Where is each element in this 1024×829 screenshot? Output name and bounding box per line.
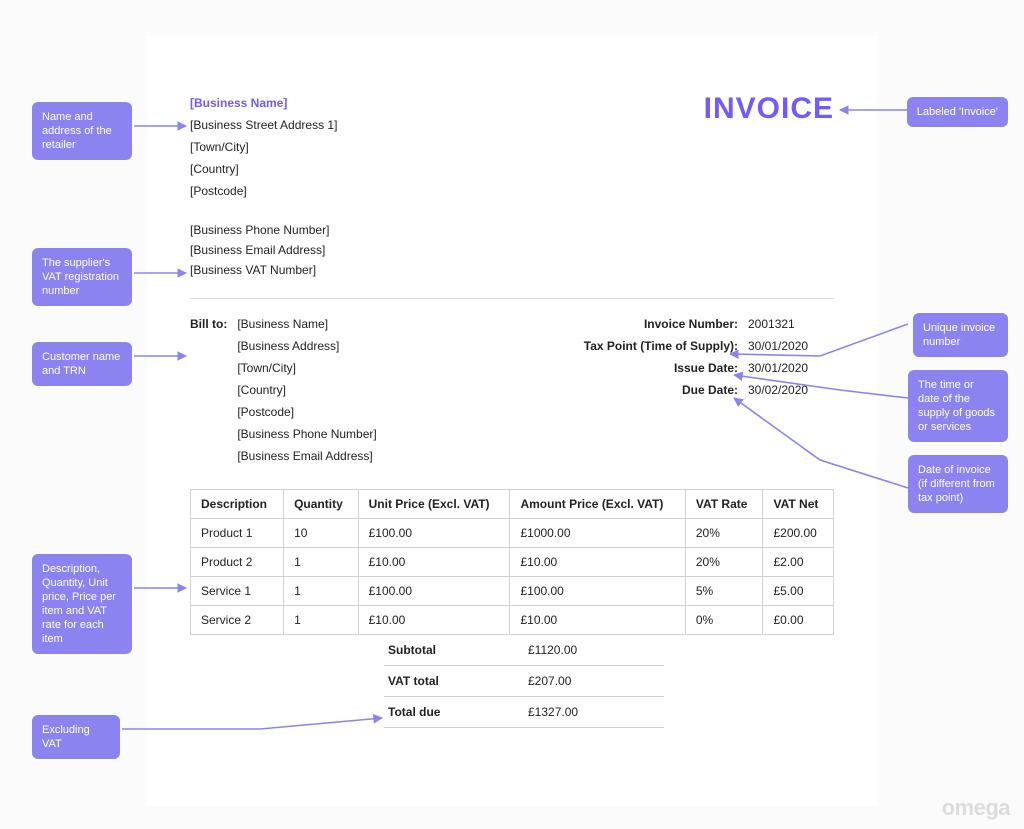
cell-amount: £10.00 <box>510 548 685 577</box>
invoice-number-value: 2001321 <box>748 313 834 335</box>
bill-to-name: [Business Name] <box>237 313 376 335</box>
supplier-vat: [Business VAT Number] <box>190 260 834 280</box>
cell-quantity: 1 <box>284 606 359 635</box>
tax-point-label: Tax Point (Time of Supply): <box>584 335 738 357</box>
subtotal-value: £1120.00 <box>524 635 664 666</box>
cell-quantity: 10 <box>284 519 359 548</box>
col-vat-net: VAT Net <box>763 490 834 519</box>
vat-total-row: VAT total £207.00 <box>384 666 664 697</box>
cell-unitPrice: £100.00 <box>358 519 510 548</box>
callout-excl-vat: Excluding VAT <box>32 715 120 759</box>
supplier-town: [Town/City] <box>190 136 337 158</box>
invoice-meta-block: Invoice Number: 2001321 Tax Point (Time … <box>584 313 834 401</box>
cell-amount: £100.00 <box>510 577 685 606</box>
line-items-table: Description Quantity Unit Price (Excl. V… <box>190 489 834 635</box>
callout-labeled-invoice: Labeled 'Invoice' <box>907 97 1008 127</box>
cell-vatNet: £5.00 <box>763 577 834 606</box>
cell-vatNet: £0.00 <box>763 606 834 635</box>
col-description: Description <box>191 490 284 519</box>
cell-vatRate: 20% <box>685 548 763 577</box>
col-amount: Amount Price (Excl. VAT) <box>510 490 685 519</box>
cell-vatRate: 20% <box>685 519 763 548</box>
cell-amount: £1000.00 <box>510 519 685 548</box>
cell-unitPrice: £10.00 <box>358 548 510 577</box>
cell-quantity: 1 <box>284 548 359 577</box>
subtotal-label: Subtotal <box>384 635 524 666</box>
callout-unique-number: Unique invoice number <box>913 313 1008 357</box>
bill-to-phone: [Business Phone Number] <box>237 423 376 445</box>
supplier-country: [Country] <box>190 158 337 180</box>
cell-description: Service 2 <box>191 606 284 635</box>
cell-description: Service 1 <box>191 577 284 606</box>
callout-issue-date: Date of invoice (if different from tax p… <box>908 455 1008 513</box>
col-vat-rate: VAT Rate <box>685 490 763 519</box>
supplier-contact-block: [Business Phone Number] [Business Email … <box>190 220 834 280</box>
supplier-postcode: [Postcode] <box>190 180 337 202</box>
bill-to-label: Bill to: <box>190 313 227 467</box>
callout-tax-point: The time or date of the supply of goods … <box>908 370 1008 442</box>
invoice-title: INVOICE <box>704 92 834 126</box>
issue-date-label: Issue Date: <box>674 357 738 379</box>
bill-to-postcode: [Postcode] <box>237 401 376 423</box>
total-due-value: £1327.00 <box>524 697 664 728</box>
supplier-address-block: [Business Name] [Business Street Address… <box>190 92 337 202</box>
supplier-name: [Business Name] <box>190 92 337 114</box>
total-due-row: Total due £1327.00 <box>384 697 664 728</box>
table-header-row: Description Quantity Unit Price (Excl. V… <box>191 490 834 519</box>
bill-to-block: Bill to: [Business Name] [Business Addre… <box>190 313 377 467</box>
totals-table: Subtotal £1120.00 VAT total £207.00 Tota… <box>384 635 664 728</box>
due-date-label: Due Date: <box>682 379 738 401</box>
cell-unitPrice: £10.00 <box>358 606 510 635</box>
due-date-value: 30/02/2020 <box>748 379 834 401</box>
bill-to-address: [Business Address] <box>237 335 376 357</box>
cell-amount: £10.00 <box>510 606 685 635</box>
supplier-addr1: [Business Street Address 1] <box>190 114 337 136</box>
bill-to-email: [Business Email Address] <box>237 445 376 467</box>
cell-vatNet: £2.00 <box>763 548 834 577</box>
table-row: Product 110£100.00£1000.0020%£200.00 <box>191 519 834 548</box>
watermark: omega <box>942 795 1010 821</box>
vat-total-label: VAT total <box>384 666 524 697</box>
separator <box>190 298 834 299</box>
col-quantity: Quantity <box>284 490 359 519</box>
callout-vat-reg: The supplier's VAT registration number <box>32 248 132 306</box>
cell-quantity: 1 <box>284 577 359 606</box>
callout-retailer: Name and address of the retailer <box>32 102 132 160</box>
callout-customer: Customer name and TRN <box>32 342 132 386</box>
cell-unitPrice: £100.00 <box>358 577 510 606</box>
total-due-label: Total due <box>384 697 524 728</box>
invoice-number-label: Invoice Number: <box>644 313 738 335</box>
supplier-phone: [Business Phone Number] <box>190 220 834 240</box>
supplier-email: [Business Email Address] <box>190 240 834 260</box>
cell-vatRate: 5% <box>685 577 763 606</box>
vat-total-value: £207.00 <box>524 666 664 697</box>
tax-point-value: 30/01/2020 <box>748 335 834 357</box>
table-row: Product 21£10.00£10.0020%£2.00 <box>191 548 834 577</box>
table-row: Service 11£100.00£100.005%£5.00 <box>191 577 834 606</box>
table-row: Service 21£10.00£10.000%£0.00 <box>191 606 834 635</box>
cell-description: Product 1 <box>191 519 284 548</box>
issue-date-value: 30/01/2020 <box>748 357 834 379</box>
invoice-card: [Business Name] [Business Street Address… <box>146 36 878 806</box>
bill-to-town: [Town/City] <box>237 357 376 379</box>
cell-vatRate: 0% <box>685 606 763 635</box>
col-unit-price: Unit Price (Excl. VAT) <box>358 490 510 519</box>
callout-line-items: Description, Quantity, Unit price, Price… <box>32 554 132 654</box>
subtotal-row: Subtotal £1120.00 <box>384 635 664 666</box>
bill-to-country: [Country] <box>237 379 376 401</box>
cell-vatNet: £200.00 <box>763 519 834 548</box>
cell-description: Product 2 <box>191 548 284 577</box>
